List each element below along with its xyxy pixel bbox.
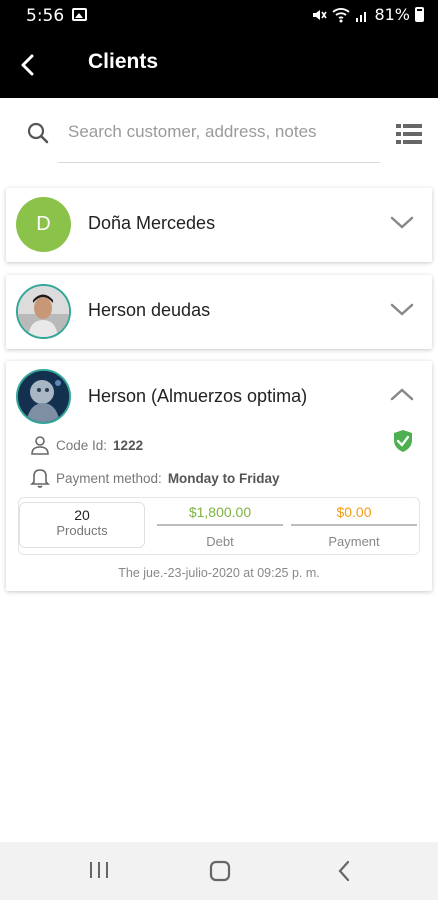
chevron-up-icon[interactable] bbox=[390, 387, 414, 401]
avatar-photo bbox=[18, 371, 69, 422]
wifi-icon bbox=[332, 7, 351, 22]
image-notification-icon bbox=[72, 8, 87, 21]
debt-value: $1,800.00 bbox=[188, 504, 252, 520]
status-time: 5:56 bbox=[26, 6, 65, 26]
search-bar: Search customer, address, notes bbox=[0, 98, 438, 178]
search-icon[interactable] bbox=[26, 121, 50, 145]
status-bar: 5:56 81% bbox=[0, 0, 438, 32]
bell-icon bbox=[30, 469, 50, 488]
products-count: 20 bbox=[74, 507, 90, 523]
client-card-expanded[interactable]: Herson (Almuerzos optima) Code Id: 1222 … bbox=[6, 361, 432, 591]
payment-label: Payment bbox=[328, 534, 380, 549]
system-nav-bar bbox=[0, 842, 438, 900]
code-id-label: Code Id: bbox=[56, 437, 108, 453]
home-icon[interactable] bbox=[209, 860, 231, 882]
battery-percent: 81% bbox=[374, 5, 410, 24]
client-name: Herson deudas bbox=[88, 300, 211, 320]
payment-stat[interactable]: $0.00 Payment bbox=[291, 504, 417, 549]
verified-shield-icon bbox=[394, 430, 412, 452]
client-card[interactable]: D Doña Mercedes bbox=[6, 188, 432, 262]
payment-method-row: Payment method: Monday to Friday bbox=[30, 467, 280, 489]
client-card[interactable]: Herson deudas bbox=[6, 275, 432, 349]
app-bar: Clients bbox=[0, 32, 438, 98]
chevron-down-icon[interactable] bbox=[390, 216, 414, 230]
back-nav-icon[interactable] bbox=[337, 860, 351, 882]
products-stat[interactable]: 20 Products bbox=[19, 502, 145, 548]
mute-icon bbox=[313, 9, 328, 20]
payment-method-value: Monday to Friday bbox=[167, 470, 280, 486]
signal-icon bbox=[356, 11, 367, 22]
battery-icon bbox=[415, 7, 424, 22]
avatar: D bbox=[16, 197, 71, 252]
client-stats: 20 Products $1,800.00 Debt $0.00 Payment bbox=[18, 497, 420, 555]
search-input[interactable]: Search customer, address, notes bbox=[68, 122, 317, 142]
avatar bbox=[16, 284, 71, 339]
divider bbox=[291, 524, 417, 526]
avatar-photo bbox=[18, 286, 69, 337]
chevron-down-icon[interactable] bbox=[390, 303, 414, 317]
user-icon bbox=[31, 436, 49, 455]
code-id-value: 1222 bbox=[113, 437, 144, 453]
recent-apps-icon[interactable] bbox=[88, 860, 110, 880]
search-underline bbox=[58, 162, 380, 163]
code-id-row: Code Id: 1222 bbox=[30, 435, 143, 455]
products-label: Products bbox=[56, 523, 108, 538]
page-title: Clients bbox=[88, 50, 159, 73]
back-arrow-icon[interactable] bbox=[14, 50, 44, 80]
client-name: Herson (Almuerzos optima) bbox=[88, 386, 308, 406]
list-view-icon[interactable] bbox=[396, 123, 422, 145]
debt-stat[interactable]: $1,800.00 Debt bbox=[157, 504, 283, 549]
status-icons: 81% bbox=[311, 5, 424, 24]
payment-method-label: Payment method: bbox=[56, 470, 162, 486]
payment-value: $0.00 bbox=[336, 504, 372, 520]
client-name: Doña Mercedes bbox=[88, 213, 216, 233]
avatar bbox=[16, 369, 71, 424]
divider bbox=[157, 524, 283, 526]
debt-label: Debt bbox=[206, 534, 234, 549]
last-updated-date: The jue.-23-julio-2020 at 09:25 p. m. bbox=[118, 566, 320, 580]
